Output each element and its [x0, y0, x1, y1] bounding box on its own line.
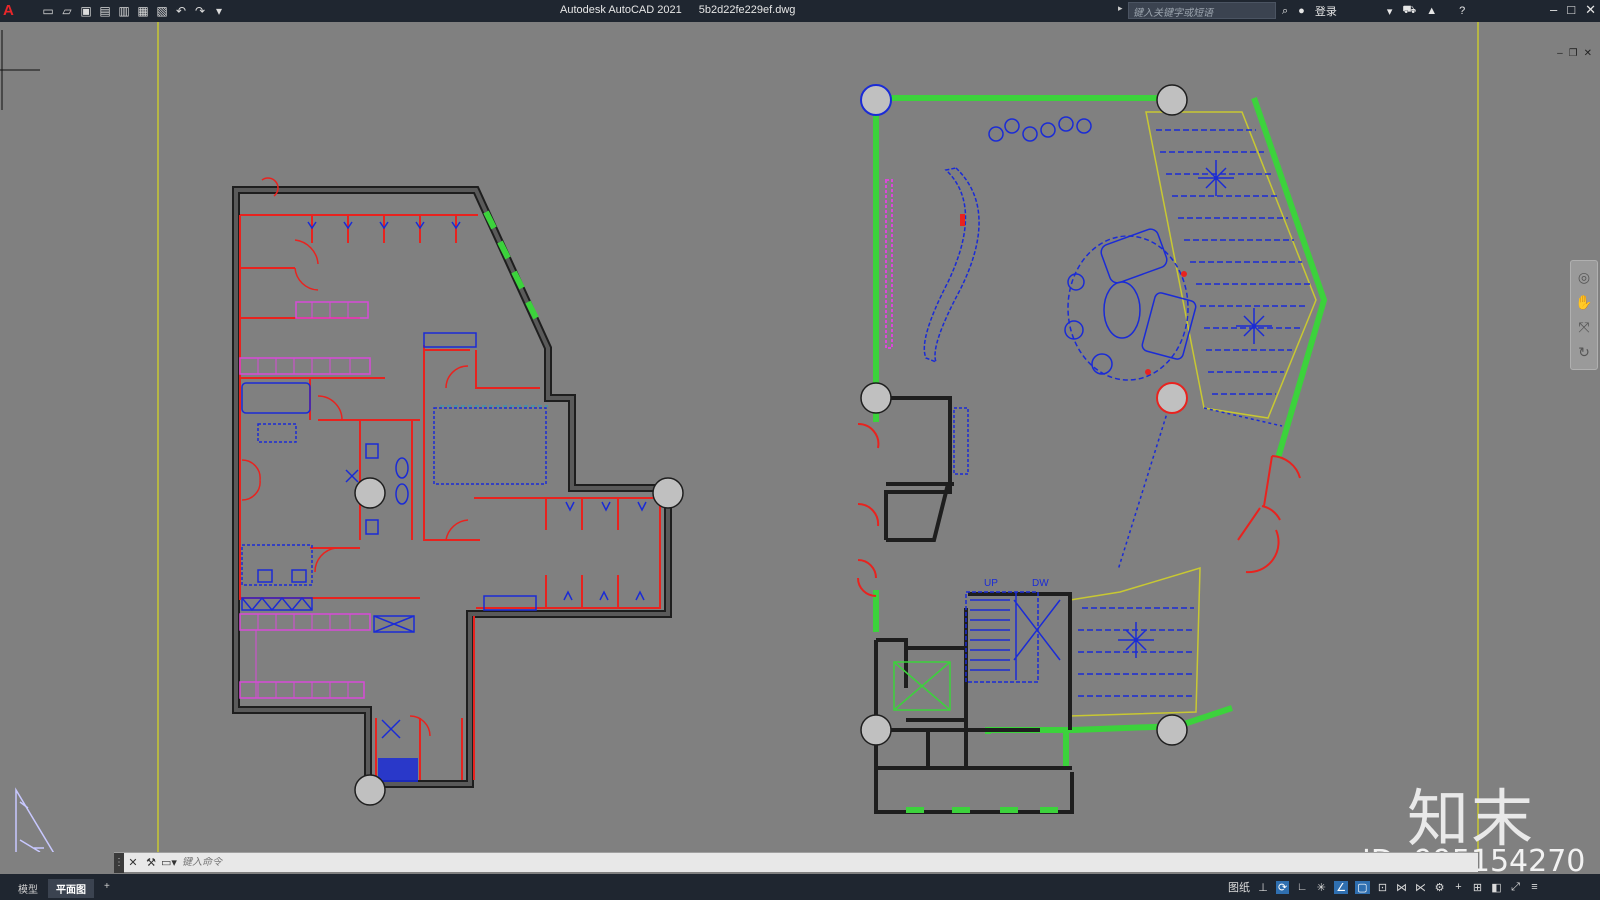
- pan-icon[interactable]: ✋: [1571, 294, 1597, 311]
- dropdown-icon[interactable]: ▾: [1387, 5, 1393, 18]
- workspace-gear-icon[interactable]: ⚙: [1434, 881, 1446, 894]
- maximize-icon[interactable]: □: [1567, 2, 1575, 18]
- search-expand-icon[interactable]: ▸: [1118, 3, 1123, 14]
- open-icon[interactable]: ▱: [59, 3, 75, 19]
- status-bar: 模型 平面图 + 图纸 ⊥ ⟳ ∟ ✳ ∠ ▢ ⊡ ⋈ ⋉ ⚙ + ⊞ ◧ ⤢ …: [0, 874, 1600, 900]
- steering-wheel-icon[interactable]: ◎: [1571, 269, 1597, 286]
- layout-tabs: 模型 平面图 +: [10, 879, 118, 898]
- right-floor-plan: UP DW: [857, 84, 1328, 814]
- paper-space-toggle[interactable]: 图纸: [1228, 879, 1250, 895]
- viewport-minimize-icon[interactable]: –: [1557, 48, 1563, 59]
- plot-icon[interactable]: ▦: [135, 3, 151, 19]
- otrack-icon[interactable]: ▢: [1355, 880, 1370, 894]
- title-bar: A ▭ ▱ ▣ ▤ ▥ ▦ ▧ ↶ ↷ ▾ Autodesk AutoCAD 2…: [0, 0, 1600, 22]
- help-icon[interactable]: ?: [1459, 5, 1465, 17]
- polar-icon[interactable]: ✳: [1315, 881, 1327, 894]
- fullscreen-icon[interactable]: ⤢: [1510, 881, 1522, 894]
- print-icon[interactable]: ▧: [154, 3, 170, 19]
- window-controls: – □ ✕: [1550, 2, 1596, 18]
- status-tools: 图纸 ⊥ ⟳ ∟ ✳ ∠ ▢ ⊡ ⋈ ⋉ ⚙ + ⊞ ◧ ⤢ ≡: [1228, 879, 1541, 895]
- app-name: Autodesk AutoCAD 2021: [560, 4, 682, 16]
- plus-icon[interactable]: +: [1453, 881, 1465, 893]
- lineweight-icon[interactable]: ⊡: [1377, 881, 1389, 894]
- publish-icon[interactable]: ▥: [116, 3, 132, 19]
- navigation-bar[interactable]: ◎ ✋ ⤧ ↻: [1570, 260, 1598, 370]
- annotation-scale-icon[interactable]: ⋈: [1396, 881, 1408, 894]
- add-layout-button[interactable]: +: [96, 879, 118, 898]
- login-link[interactable]: 登录: [1315, 3, 1337, 19]
- search-input[interactable]: 键入关键字或短语: [1128, 2, 1276, 19]
- floor-plan-drawing: UP DW: [0, 22, 1479, 852]
- new-icon[interactable]: ▭: [40, 3, 56, 19]
- tab-plan[interactable]: 平面图: [48, 879, 94, 898]
- cart-icon[interactable]: ⛟: [1402, 4, 1416, 18]
- viewport-restore-icon[interactable]: ❐: [1569, 48, 1578, 59]
- close-icon[interactable]: ✕: [124, 856, 142, 869]
- save-icon[interactable]: ▣: [78, 3, 94, 19]
- ortho-icon[interactable]: ∟: [1296, 881, 1308, 893]
- redo-icon[interactable]: ↷: [192, 3, 208, 19]
- snap-icon[interactable]: ⟳: [1276, 880, 1290, 894]
- annotation-visibility-icon[interactable]: ⋉: [1415, 881, 1427, 894]
- zoom-icon[interactable]: ⤧: [1571, 319, 1597, 336]
- osnap-icon[interactable]: ∠: [1334, 880, 1349, 894]
- saveas-icon[interactable]: ▤: [97, 3, 113, 19]
- search-icon[interactable]: ⌕: [1282, 5, 1288, 18]
- customize-wrench-icon[interactable]: ⚒: [142, 856, 160, 869]
- user-icon[interactable]: ●: [1298, 5, 1305, 17]
- customize-menu-icon[interactable]: ≡: [1529, 881, 1541, 893]
- stair-up-label: UP: [984, 578, 998, 589]
- customize-icon[interactable]: ▾: [211, 3, 227, 19]
- window-title: Autodesk AutoCAD 2021 5b2d22fe229ef.dwg: [560, 4, 795, 16]
- close-icon[interactable]: ✕: [1585, 2, 1596, 18]
- command-line: ⋮ ✕ ⚒ ▭▾: [114, 852, 1478, 873]
- command-input[interactable]: [182, 857, 1082, 868]
- units-icon[interactable]: ⊞: [1472, 881, 1484, 894]
- minimize-icon[interactable]: –: [1550, 2, 1557, 18]
- account-toolbar: ⌕ ● 登录 ▾ ⛟ ▲ ?: [1282, 3, 1465, 19]
- file-name: 5b2d22fe229ef.dwg: [698, 4, 796, 16]
- orbit-icon[interactable]: ↻: [1571, 344, 1597, 361]
- viewport-controls: – ❐ ✕: [1557, 48, 1592, 59]
- stair-down-label: DW: [1032, 578, 1049, 589]
- grid-icon[interactable]: ⊥: [1257, 881, 1269, 894]
- ucs-icon: [15, 787, 55, 852]
- quick-access-toolbar: ▭ ▱ ▣ ▤ ▥ ▦ ▧ ↶ ↷ ▾: [40, 3, 227, 19]
- drawing-canvas[interactable]: UP DW – ❐ ✕ ◎ ✋ ⤧ ↻: [0, 22, 1600, 852]
- tab-model[interactable]: 模型: [10, 879, 46, 898]
- viewport-close-icon[interactable]: ✕: [1584, 48, 1592, 59]
- left-floor-plan: [232, 177, 684, 806]
- isolate-icon[interactable]: ◧: [1491, 881, 1503, 894]
- recent-commands-icon[interactable]: ▭▾: [160, 856, 178, 869]
- autocad-logo-icon[interactable]: A: [3, 2, 19, 20]
- autodesk-app-icon[interactable]: ▲: [1426, 5, 1437, 17]
- command-line-grip[interactable]: ⋮: [114, 852, 124, 873]
- undo-icon[interactable]: ↶: [173, 3, 189, 19]
